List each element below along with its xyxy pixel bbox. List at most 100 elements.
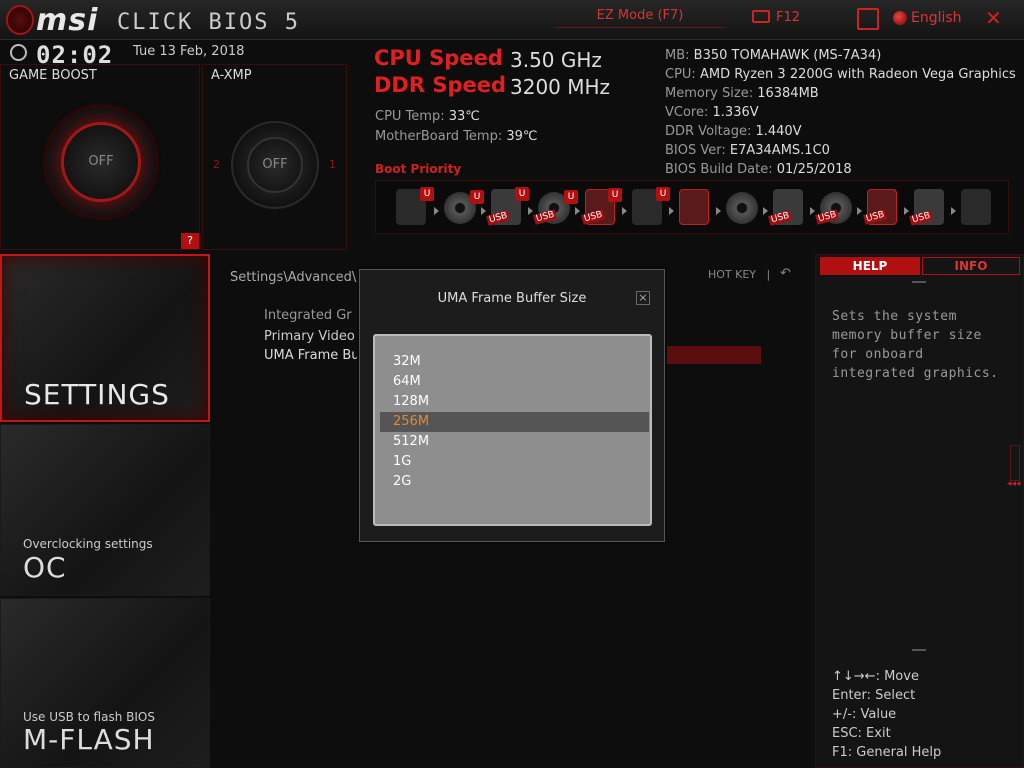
uefi-badge: U (470, 190, 484, 204)
cpu-temp: CPU Temp: 33℃ (375, 109, 480, 124)
scroll-down-handle-icon[interactable] (912, 649, 926, 651)
usb-tag: USB (909, 210, 934, 226)
option-512m[interactable]: 512M (380, 432, 649, 452)
option-64m[interactable]: 64M (380, 372, 649, 392)
arrow-icon (951, 207, 956, 215)
sysinfo-row: BIOS Ver: E7A34AMS.1C0 (665, 141, 1016, 160)
game-boost-knob[interactable]: OFF (46, 107, 156, 217)
boot-device-usb-hdd[interactable]: U USB (486, 187, 529, 226)
screenshot-f12-button[interactable]: F12 (752, 10, 800, 25)
menu-row-primary-video[interactable]: Primary Video A (264, 329, 368, 344)
sysinfo-value: B350 TOMAHAWK (MS-7A34) (693, 48, 882, 63)
boot-device-usb-optical[interactable]: U USB (533, 190, 578, 225)
axmp-title: A-XMP (211, 68, 252, 83)
boot-priority-bar: U U U USB U USB U USB U USB USB USB USB (375, 180, 1009, 234)
settings-label: SETTINGS (24, 378, 170, 411)
axmp-profile-2[interactable]: 2 (213, 158, 220, 171)
usb-tag: USB (768, 210, 793, 226)
camera-icon (752, 10, 770, 23)
cpu-speed-value: 3.50 GHz (510, 48, 602, 72)
ddr-speed-label: DDR Speed (374, 73, 507, 97)
sysinfo-value: 01/25/2018 (776, 162, 852, 177)
axmp-profile-1[interactable]: 1 (329, 158, 336, 171)
sidebar: SETTINGS Overclocking settings OC Use US… (0, 254, 210, 768)
sysinfo-value: 16384MB (757, 86, 819, 101)
scroll-up-handle-icon[interactable] (912, 281, 926, 283)
option-2g[interactable]: 2G (380, 472, 649, 492)
sysinfo-row: MB: B350 TOMAHAWK (MS-7A34) (665, 46, 1016, 65)
boot-device-usb-key-2[interactable]: USB (863, 189, 897, 225)
arrow-icon (622, 207, 627, 215)
boot-device-hdd[interactable]: U (396, 187, 434, 225)
boot-device-optical-2[interactable] (726, 192, 758, 224)
mb-temp-value: 39℃ (506, 129, 538, 144)
mb-temp: MotherBoard Temp: 39℃ (375, 129, 538, 144)
mflash-label: M-FLASH (23, 723, 155, 756)
arrow-icon (528, 207, 533, 215)
ez-mode-button[interactable]: EZ Mode (F7) (540, 4, 740, 28)
sysinfo-label: BIOS Ver: (665, 143, 726, 158)
boot-device-optical[interactable]: U (444, 190, 484, 224)
boot-device-network[interactable]: U (632, 187, 670, 225)
boot-device-network-2[interactable] (961, 189, 991, 225)
axmp-knob[interactable]: OFF (231, 121, 319, 209)
option-1g[interactable]: 1G (380, 452, 649, 472)
legend-select: Enter: Select (832, 688, 916, 703)
boot-device-hdd-2[interactable] (679, 189, 709, 225)
dialog-close-button[interactable]: × (636, 291, 650, 305)
language-button[interactable]: English (893, 10, 962, 26)
help-question-button[interactable]: ? (181, 233, 199, 249)
arrow-icon (857, 207, 862, 215)
arrow-icon (763, 207, 768, 215)
tab-info[interactable]: INFO (922, 257, 1020, 275)
menu-row-uma-frame-buffer[interactable]: UMA Frame Bu (264, 348, 360, 363)
close-icon[interactable]: ✕ (985, 6, 1002, 30)
usb-tag: USB (486, 210, 511, 226)
uefi-badge: U (564, 190, 578, 204)
sysinfo-row: CPU: AMD Ryzen 3 2200G with Radeon Vega … (665, 65, 1016, 84)
hotkey-separator: | (766, 268, 771, 281)
option-256m-selected[interactable]: 256M (380, 412, 649, 432)
sidebar-item-settings[interactable]: SETTINGS (0, 254, 210, 422)
sysinfo-value: 1.440V (755, 124, 802, 139)
sysinfo-label: VCore: (665, 105, 709, 120)
uefi-badge: U (515, 187, 529, 201)
sysinfo-value: E7A34AMS.1C0 (729, 143, 830, 158)
boot-priority-label: Boot Priority (375, 162, 462, 176)
mflash-sublabel: Use USB to flash BIOS (23, 710, 155, 724)
boot-device-usb-key-selected[interactable]: U USB (581, 188, 622, 225)
sysinfo-label: Memory Size: (665, 86, 754, 101)
boot-device-usb-floppy[interactable]: USB (909, 189, 944, 226)
back-icon[interactable]: ↶ (780, 266, 791, 281)
search-icon[interactable] (857, 8, 879, 30)
game-boost-title: GAME BOOST (9, 68, 97, 83)
boot-device-usb-hdd-2[interactable]: USB (768, 189, 803, 226)
panel-collapse-handle[interactable] (1010, 445, 1020, 481)
hotkey-button[interactable]: HOT KEY | (708, 268, 770, 281)
tab-help[interactable]: HELP (820, 257, 920, 275)
help-description: Sets the system memory buffer size for o… (832, 309, 999, 381)
collapse-arrows-icon[interactable]: ◂◂◂ (1007, 479, 1021, 489)
legend-value: +/-: Value (832, 707, 897, 722)
system-info: MB: B350 TOMAHAWK (MS-7A34) CPU: AMD Ryz… (665, 46, 1016, 179)
axmp-state: OFF (247, 137, 303, 193)
usb-tag: USB (533, 209, 558, 225)
sysinfo-row: Memory Size: 16384MB (665, 84, 1016, 103)
arrow-icon (669, 207, 674, 215)
sidebar-item-oc[interactable]: Overclocking settings OC (0, 424, 210, 596)
sidebar-item-mflash[interactable]: Use USB to flash BIOS M-FLASH (0, 598, 210, 768)
option-128m[interactable]: 128M (380, 392, 649, 412)
arrow-icon (481, 207, 486, 215)
msi-dragon-logo-icon (6, 5, 34, 35)
oc-sublabel: Overclocking settings (23, 537, 153, 551)
option-32m[interactable]: 32M (380, 352, 649, 372)
menu-row-integrated-graphics[interactable]: Integrated Gr (264, 308, 352, 323)
dialog-title: UMA Frame Buffer Size (437, 291, 587, 306)
sysinfo-label: CPU: (665, 67, 696, 82)
legend-move: ↑↓→←: Move (832, 669, 919, 684)
boot-device-usb-optical-2[interactable]: USB (815, 192, 852, 225)
arrow-icon (434, 207, 439, 215)
date-label: Tue 13 Feb, 2018 (133, 44, 245, 59)
mb-temp-label: MotherBoard Temp: (375, 129, 503, 144)
cpu-speed-label: CPU Speed (374, 46, 503, 70)
